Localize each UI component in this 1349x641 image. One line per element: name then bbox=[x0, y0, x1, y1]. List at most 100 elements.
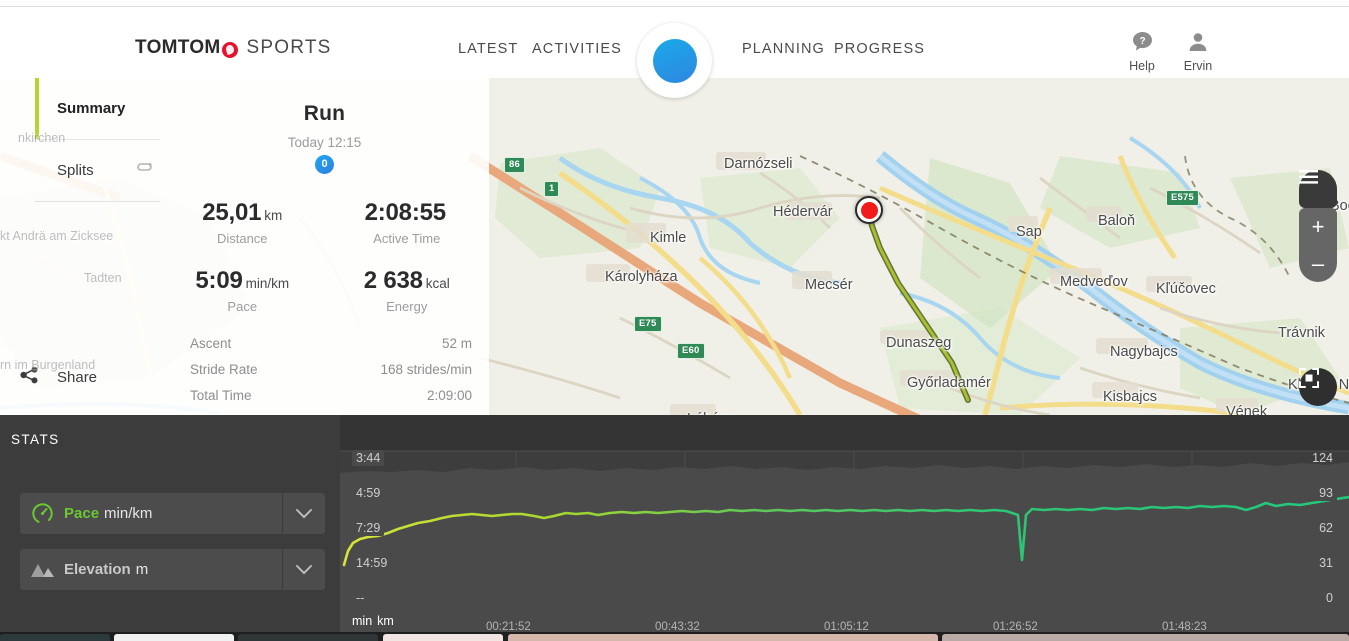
kpi-grid: 25,01 km Distance 2:08:55 Active Time 5:0… bbox=[160, 199, 489, 314]
road-shield-e60: E60 bbox=[677, 343, 705, 359]
sidebar-item-splits-label: Splits bbox=[57, 162, 94, 179]
stats-panel: STATS Pace min/km Elevation m 3:44 4:59 … bbox=[0, 415, 1349, 641]
unit-toggle-km[interactable]: km bbox=[377, 614, 394, 628]
browser-tab-3[interactable] bbox=[238, 634, 378, 641]
metric-elevation-name: Elevation bbox=[64, 561, 131, 578]
kpi-pace: 5:09 min/km Pace bbox=[160, 267, 325, 314]
kpi-energy-value: 2 638 bbox=[363, 267, 423, 294]
help-button[interactable]: ? Help bbox=[1112, 31, 1172, 73]
unit-toggle-min[interactable]: min bbox=[352, 614, 372, 628]
brand-logo[interactable]: TOMTOM SPORTS bbox=[135, 37, 332, 59]
nav-item-progress[interactable]: PROGRESS bbox=[834, 41, 925, 57]
metric-selector-elevation[interactable]: Elevation m bbox=[20, 549, 325, 590]
svg-text:?: ? bbox=[1139, 36, 1145, 47]
kpi-pace-value: 5:09 bbox=[195, 267, 243, 294]
y-tick-right-0: 124 bbox=[1312, 451, 1333, 465]
nav-item-planning[interactable]: PLANNING bbox=[742, 41, 825, 57]
sidebar-item-summary[interactable]: Summary bbox=[35, 78, 160, 140]
activity-chart[interactable]: 3:44 4:59 7:29 14:59 -- 124 93 62 31 0 0… bbox=[340, 415, 1349, 641]
speedometer-icon bbox=[20, 502, 64, 525]
nav-item-activities[interactable]: ACTIVITIES bbox=[532, 41, 622, 57]
kpi-active-time: 2:08:55 Active Time bbox=[325, 199, 490, 246]
activity-title: Run bbox=[303, 102, 346, 125]
detail-row-total-time: Total Time 2:09:00 bbox=[190, 388, 472, 403]
detail-row-ascent-label: Ascent bbox=[190, 336, 232, 351]
splits-track-icon bbox=[137, 162, 153, 180]
y-tick-left-1: 4:59 bbox=[352, 485, 385, 501]
user-label: Ervin bbox=[1183, 59, 1213, 73]
browser-tab-strip bbox=[0, 632, 1349, 641]
share-button[interactable]: Share bbox=[20, 366, 97, 389]
road-shield-86: 86 bbox=[504, 157, 525, 173]
activity-badge[interactable]: 0 bbox=[315, 155, 334, 174]
map-zoom-controls[interactable]: + – bbox=[1299, 208, 1337, 282]
help-bubble-icon: ? bbox=[1112, 31, 1172, 55]
kpi-pace-label: Pace bbox=[227, 299, 258, 314]
metric-pace-name: Pace bbox=[64, 505, 100, 522]
share-label: Share bbox=[57, 369, 98, 386]
kpi-energy: 2 638 kcal Energy bbox=[325, 267, 490, 314]
road-shield-1-north: 1 bbox=[544, 181, 560, 197]
tomtom-sports-app: TOMTOM SPORTS LATEST ACTIVITIES PLANNING… bbox=[0, 0, 1349, 641]
home-circle-icon bbox=[652, 38, 697, 83]
kpi-energy-unit: kcal bbox=[425, 276, 450, 291]
browser-tab-1[interactable] bbox=[0, 634, 110, 641]
kpi-distance-value: 25,01 bbox=[202, 199, 262, 226]
map-fit-bounds-button[interactable] bbox=[1299, 368, 1337, 406]
y-tick-right-1: 93 bbox=[1315, 485, 1337, 501]
y-tick-left-3: 14:59 bbox=[352, 555, 392, 571]
avatar-icon bbox=[1168, 31, 1228, 55]
kpi-active-time-value: 2:08:55 bbox=[364, 199, 447, 226]
detail-rows: Ascent 52 m Stride Rate 168 strides/min … bbox=[160, 336, 489, 403]
chevron-down-icon-2[interactable] bbox=[282, 549, 325, 590]
help-label: Help bbox=[1129, 59, 1155, 73]
metric-selector-pace[interactable]: Pace min/km bbox=[20, 493, 325, 534]
nav-item-latest[interactable]: LATEST bbox=[458, 41, 518, 57]
brand-sports-text: SPORTS bbox=[246, 37, 332, 58]
kpi-pace-unit: min/km bbox=[245, 276, 290, 291]
sidebar-item-splits[interactable]: Splits bbox=[35, 140, 160, 202]
y-tick-left-4: -- bbox=[352, 590, 369, 606]
activity-datetime: Today 12:15 bbox=[287, 135, 362, 150]
kpi-distance-label: Distance bbox=[216, 231, 268, 246]
detail-row-stride-rate: Stride Rate 168 strides/min bbox=[190, 362, 472, 377]
map-zoom-out-button[interactable]: – bbox=[1299, 252, 1337, 275]
browser-tab-5[interactable] bbox=[508, 634, 938, 641]
kpi-active-time-label: Active Time bbox=[373, 231, 441, 246]
tomtom-hand-icon bbox=[221, 42, 238, 58]
browser-tab-4[interactable] bbox=[383, 634, 503, 641]
map-zoom-in-button[interactable]: + bbox=[1299, 215, 1337, 238]
browser-tab-2[interactable] bbox=[114, 634, 234, 641]
detail-row-stride-rate-value: 168 strides/min bbox=[380, 362, 472, 377]
fit-bounds-icon bbox=[1299, 368, 1319, 388]
detail-row-total-time-label: Total Time bbox=[190, 388, 252, 403]
kpi-distance-unit: km bbox=[264, 208, 283, 223]
user-menu-button[interactable]: Ervin bbox=[1168, 31, 1228, 73]
detail-row-ascent: Ascent 52 m bbox=[190, 336, 472, 351]
sidebar-item-summary-label: Summary bbox=[57, 100, 126, 117]
activity-summary-panel: Summary Splits Share Run Today 12:15 0 2… bbox=[0, 78, 489, 415]
map-layers-menu-button[interactable] bbox=[1299, 170, 1337, 208]
layers-menu-icon bbox=[1299, 170, 1318, 184]
summary-tab-list: Summary Splits bbox=[35, 78, 160, 415]
chart-canvas bbox=[340, 450, 1349, 641]
metric-elevation-unit: m bbox=[135, 561, 149, 578]
home-circle-button[interactable] bbox=[637, 23, 712, 98]
y-tick-left-0: 3:44 bbox=[352, 450, 385, 466]
detail-row-stride-rate-label: Stride Rate bbox=[190, 362, 258, 377]
summary-body: Run Today 12:15 0 25,01 km Distance 2:08:… bbox=[160, 78, 489, 415]
kpi-distance: 25,01 km Distance bbox=[160, 199, 325, 246]
y-tick-right-2: 62 bbox=[1315, 520, 1337, 536]
detail-row-total-time-value: 2:09:00 bbox=[426, 388, 472, 403]
kpi-energy-label: Energy bbox=[386, 299, 428, 314]
site-header: TOMTOM SPORTS LATEST ACTIVITIES PLANNING… bbox=[0, 7, 1349, 98]
start-marker-icon[interactable] bbox=[855, 196, 883, 224]
brand-tomtom-text: TOMTOM bbox=[135, 37, 221, 58]
browser-tab-6[interactable] bbox=[942, 634, 1349, 641]
metric-pace-unit: min/km bbox=[104, 505, 153, 522]
share-icon bbox=[20, 366, 39, 389]
chevron-down-icon[interactable] bbox=[282, 493, 325, 534]
y-tick-right-4: 0 bbox=[1322, 590, 1337, 606]
road-shield-e75: E75 bbox=[634, 316, 662, 332]
stats-title: STATS bbox=[11, 432, 60, 447]
